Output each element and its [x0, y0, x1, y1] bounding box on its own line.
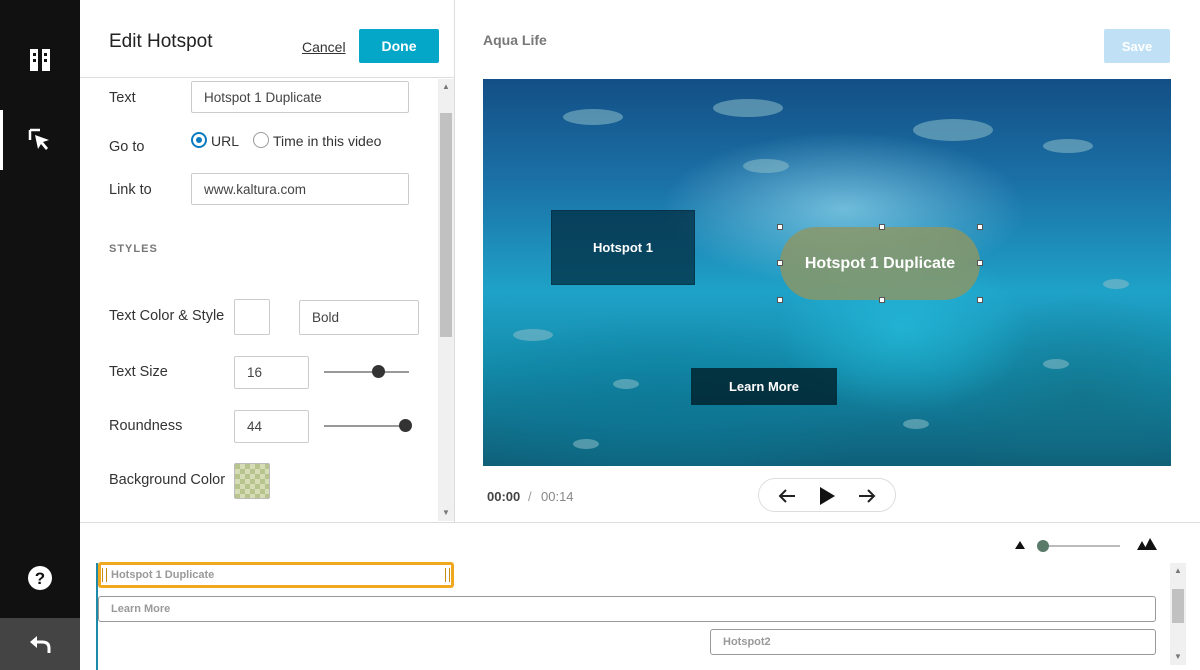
track-label: Hotspot2 — [723, 636, 771, 648]
timeline-track-selected[interactable]: Hotspot 1 Duplicate — [98, 562, 454, 588]
duration: 00:14 — [541, 489, 574, 504]
resize-handle[interactable] — [879, 224, 885, 230]
cancel-link[interactable]: Cancel — [302, 39, 346, 55]
timeline-track[interactable]: Learn More — [98, 596, 1156, 622]
cursor-icon — [28, 128, 49, 150]
hotspot-1[interactable]: Hotspot 1 — [551, 210, 695, 285]
roundness-input[interactable] — [234, 410, 309, 443]
scroll-down-icon[interactable]: ▼ — [438, 505, 454, 521]
save-button[interactable]: Save — [1104, 29, 1170, 63]
background-color-label: Background Color — [109, 472, 226, 488]
text-color-label: Text Color & Style — [109, 308, 225, 324]
play-icon — [820, 487, 835, 505]
goto-time-label: Time in this video — [273, 133, 382, 149]
text-color-swatch[interactable] — [234, 299, 270, 335]
panel-header: Edit Hotspot Cancel Done — [80, 0, 455, 78]
left-rail: ? — [0, 0, 80, 670]
playhead[interactable] — [96, 563, 98, 670]
fish-shape — [1043, 139, 1093, 153]
zoom-slider-track[interactable] — [1038, 545, 1120, 547]
rail-hotspot-button[interactable] — [0, 110, 80, 170]
hotspot-1-duplicate[interactable]: Hotspot 1 Duplicate — [780, 227, 980, 300]
text-size-slider-knob[interactable] — [372, 365, 385, 378]
resize-handle[interactable] — [977, 260, 983, 266]
video-preview[interactable]: Hotspot 1 Hotspot 1 Duplicate Learn More — [483, 79, 1171, 466]
goto-label: Go to — [109, 139, 145, 155]
fish-shape — [903, 419, 929, 429]
goto-url-label: URL — [211, 133, 240, 149]
background-color-swatch[interactable] — [234, 463, 270, 499]
help-icon: ? — [28, 566, 52, 590]
resize-handle[interactable] — [977, 224, 983, 230]
arrow-right-icon — [859, 489, 876, 503]
trim-handle-left[interactable] — [102, 568, 107, 582]
resize-handle[interactable] — [977, 297, 983, 303]
playback-controls — [758, 478, 896, 512]
roundness-slider-track[interactable] — [324, 425, 409, 427]
timeline-track[interactable]: Hotspot2 — [710, 629, 1156, 655]
text-size-slider-track[interactable] — [324, 371, 409, 373]
hotspot-text-input[interactable] — [191, 81, 409, 113]
edit-hotspot-panel: Edit Hotspot Cancel Done Text Go to URL … — [80, 0, 455, 522]
step-back-button[interactable] — [775, 484, 799, 508]
timeline: Hotspot 1 Duplicate Learn More Hotspot2 … — [80, 522, 1200, 670]
fish-shape — [1043, 359, 1069, 369]
zoom-in-icon[interactable] — [1136, 537, 1158, 551]
hotspot-learn-more[interactable]: Learn More — [691, 368, 837, 405]
roundness-label: Roundness — [109, 418, 183, 434]
text-style-select[interactable] — [299, 300, 419, 335]
svg-text:?: ? — [35, 569, 45, 588]
panel-scrollbar[interactable]: ▲ ▼ — [438, 79, 454, 521]
text-label: Text — [109, 90, 136, 106]
fish-shape — [713, 99, 783, 117]
done-button[interactable]: Done — [359, 29, 439, 63]
video-title: Aqua Life — [483, 32, 547, 48]
panel-title: Edit Hotspot — [109, 31, 213, 52]
goto-url-radio[interactable] — [191, 132, 207, 148]
timeline-scroll-thumb[interactable] — [1172, 589, 1184, 623]
fish-shape — [743, 159, 789, 173]
resize-handle[interactable] — [777, 224, 783, 230]
scroll-down-icon[interactable]: ▼ — [1170, 649, 1186, 665]
time-separator: / — [528, 489, 532, 504]
zoom-slider-knob[interactable] — [1037, 540, 1049, 552]
current-time: 00:00 — [487, 489, 521, 504]
fish-shape — [573, 439, 599, 449]
text-size-label: Text Size — [109, 364, 168, 380]
styles-heading: STYLES — [109, 243, 158, 255]
timeline-scrollbar[interactable]: ▲ ▼ — [1170, 563, 1186, 665]
rail-help-button[interactable]: ? — [0, 548, 80, 608]
resize-handle[interactable] — [777, 297, 783, 303]
resize-handle[interactable] — [777, 260, 783, 266]
fish-shape — [513, 329, 553, 341]
link-label: Link to — [109, 182, 152, 198]
layout-icon — [30, 49, 50, 71]
roundness-slider-knob[interactable] — [399, 419, 412, 432]
resize-handle[interactable] — [879, 297, 885, 303]
text-size-input[interactable] — [234, 356, 309, 389]
fish-shape — [563, 109, 623, 125]
track-label: Hotspot 1 Duplicate — [111, 569, 215, 581]
fish-shape — [1103, 279, 1129, 289]
fish-shape — [613, 379, 639, 389]
scroll-up-icon[interactable]: ▲ — [438, 79, 454, 95]
panel-scroll-thumb[interactable] — [440, 113, 452, 337]
undo-icon — [30, 636, 51, 653]
app: ? Edit Hotspot Cancel Done Text Go to UR… — [0, 0, 1200, 670]
arrow-left-icon — [778, 489, 795, 503]
zoom-out-icon[interactable] — [1014, 540, 1026, 550]
play-button[interactable] — [815, 484, 839, 508]
trim-handle-right[interactable] — [445, 568, 450, 582]
track-label: Learn More — [111, 603, 171, 615]
step-forward-button[interactable] — [855, 484, 879, 508]
goto-time-radio[interactable] — [253, 132, 269, 148]
link-url-input[interactable] — [191, 173, 409, 205]
fish-shape — [913, 119, 993, 141]
scroll-up-icon[interactable]: ▲ — [1170, 563, 1186, 579]
undo-button[interactable] — [0, 618, 80, 670]
rail-layout-button[interactable] — [0, 30, 80, 90]
